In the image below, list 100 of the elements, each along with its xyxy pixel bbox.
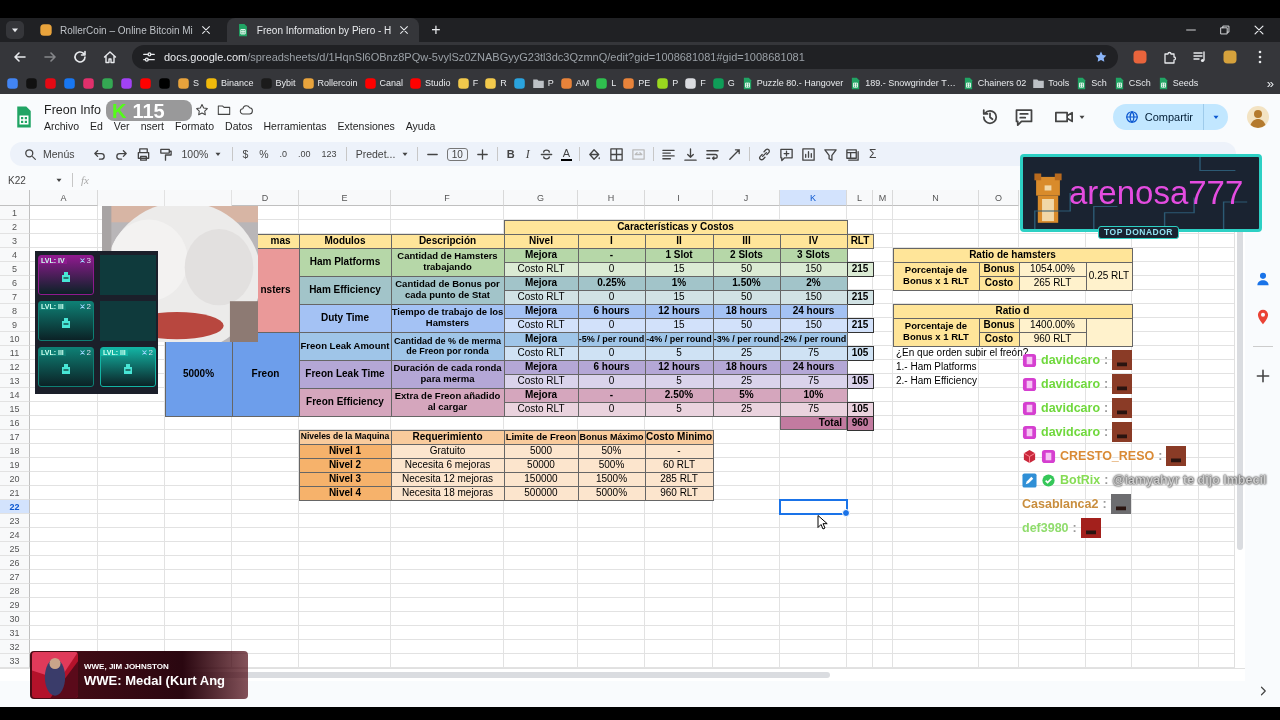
menu-item[interactable]: Herramientas [263, 119, 327, 132]
row-number[interactable]: 1 [0, 206, 30, 220]
column-header[interactable]: D [232, 190, 299, 206]
folder-icon[interactable] [217, 102, 231, 117]
row-number[interactable]: 10 [0, 332, 30, 346]
filter-views-icon[interactable] [845, 146, 861, 162]
row-number[interactable]: 2 [0, 220, 30, 234]
number-format-button[interactable]: 123 [319, 149, 339, 159]
row-number[interactable]: 17 [0, 430, 30, 444]
bookmark[interactable]: L [595, 76, 617, 90]
menu-item[interactable]: Archivo [44, 119, 79, 132]
row-number[interactable]: 25 [0, 542, 30, 556]
row-number[interactable]: 12 [0, 360, 30, 374]
bookmark[interactable]: Binance [205, 76, 254, 90]
text-rotation-icon[interactable] [727, 146, 743, 162]
star-icon[interactable] [195, 102, 209, 117]
close-icon[interactable] [1252, 23, 1266, 37]
address-field[interactable]: docs.google.com/spreadsheets/d/1HqnSl6OBnz8PQw-5vylSz0ZNABGyyG23tl3dc3QzmnQ/edit?gid=1008681081#gid=1008681081 [132, 45, 1118, 69]
menu-item[interactable]: Ayuda [405, 119, 436, 132]
row-number[interactable]: 26 [0, 556, 30, 570]
filter-icon[interactable] [823, 146, 839, 162]
plus-icon[interactable] [474, 146, 490, 162]
row-number[interactable]: 3 [0, 234, 30, 248]
column-header[interactable]: I [645, 190, 713, 206]
row-number[interactable]: 29 [0, 598, 30, 612]
forward-icon[interactable] [42, 49, 58, 65]
bookmark[interactable]: S [177, 76, 199, 90]
star-icon[interactable] [1094, 50, 1108, 64]
bookmark[interactable]: Sch [1075, 76, 1107, 90]
row-number[interactable]: 9 [0, 318, 30, 332]
column-header[interactable]: F [391, 190, 504, 206]
italic-button[interactable]: I [523, 146, 532, 162]
row-number[interactable]: 30 [0, 612, 30, 626]
column-header[interactable]: N [893, 190, 979, 206]
bold-button[interactable]: B [504, 148, 517, 160]
paint-format-icon[interactable] [157, 146, 173, 162]
bookmark[interactable]: CSch [1112, 76, 1151, 90]
row-number[interactable]: 16 [0, 416, 30, 430]
row-number[interactable]: 21 [0, 486, 30, 500]
bookmark[interactable]: Tools [1032, 76, 1070, 90]
site-icon[interactable] [101, 76, 114, 90]
row-number[interactable]: 13 [0, 374, 30, 388]
bookmark[interactable]: G [711, 76, 735, 90]
text-color-button[interactable]: A [560, 147, 573, 161]
row-number[interactable]: 8 [0, 304, 30, 318]
column-header[interactable]: A [30, 190, 98, 206]
print-icon[interactable] [135, 146, 151, 162]
bookmark[interactable]: Rollercoin [301, 76, 358, 90]
cloud-icon[interactable] [239, 102, 253, 117]
row-number[interactable]: 15 [0, 402, 30, 416]
bookmark[interactable]: Studio [409, 76, 451, 90]
fill-color-icon[interactable] [587, 146, 603, 162]
site-icon[interactable] [6, 76, 19, 90]
bookmark[interactable]: F [456, 76, 479, 90]
tab-list-button[interactable] [6, 21, 24, 39]
bookmark[interactable]: 189.- Snowgrinder T… [849, 76, 956, 90]
bookmark[interactable]: PE [622, 76, 651, 90]
name-box[interactable]: K22 [8, 174, 64, 186]
column-header[interactable]: H [578, 190, 645, 206]
font-size-field[interactable]: 10 [446, 147, 468, 161]
vertical-align-icon[interactable] [683, 146, 699, 162]
browser-tab[interactable]: Freon Information by Piero - H [226, 18, 420, 42]
browser-tab[interactable]: RollerCoin – Online Bitcoin Mi [30, 18, 221, 42]
site-settings-icon[interactable] [142, 50, 156, 64]
add-comment-icon[interactable] [779, 146, 795, 162]
chart-icon[interactable] [801, 146, 817, 162]
row-number[interactable]: 20 [0, 472, 30, 486]
home-icon[interactable] [102, 49, 118, 65]
row-number[interactable]: 33 [0, 654, 30, 668]
bookmark[interactable]: P [531, 76, 554, 90]
row-number[interactable]: 23 [0, 514, 30, 528]
menu-item[interactable]: Ver [113, 119, 130, 132]
close-icon[interactable] [398, 24, 411, 36]
bookmark[interactable]: F [684, 76, 706, 90]
decrease-decimals-button[interactable]: .0 [277, 149, 290, 159]
more-bookmarks-button[interactable]: » [1266, 75, 1274, 91]
column-header[interactable]: J [713, 190, 780, 206]
bookmark[interactable]: Seeds [1156, 76, 1199, 90]
reload-icon[interactable] [72, 49, 88, 65]
row-number[interactable]: 6 [0, 276, 30, 290]
menu-item[interactable]: Formato [174, 119, 215, 132]
bookmark[interactable]: R [484, 76, 507, 90]
site-icon[interactable] [63, 76, 76, 90]
bookmark[interactable]: P [656, 76, 679, 90]
column-header[interactable]: M [873, 190, 893, 206]
row-number[interactable]: 32 [0, 640, 30, 654]
site-icon[interactable] [512, 76, 526, 90]
link-icon[interactable] [757, 146, 773, 162]
menu-item[interactable]: Extensiones [337, 119, 395, 132]
bookmark[interactable]: Puzzle 80.- Hangover [740, 76, 844, 90]
document-title[interactable]: Freon Info [44, 102, 101, 117]
avatar-icon[interactable] [1246, 105, 1270, 129]
merge-cells-icon[interactable] [631, 146, 647, 162]
site-icon[interactable] [120, 76, 133, 90]
bookmark[interactable]: Bybit [259, 76, 296, 90]
menu-item[interactable]: nsert [140, 119, 164, 132]
bookmark[interactable]: Canal [363, 76, 404, 90]
borders-icon[interactable] [609, 146, 625, 162]
zoom-dropdown[interactable]: 100% [179, 148, 226, 160]
strikethrough-icon[interactable] [538, 146, 554, 162]
